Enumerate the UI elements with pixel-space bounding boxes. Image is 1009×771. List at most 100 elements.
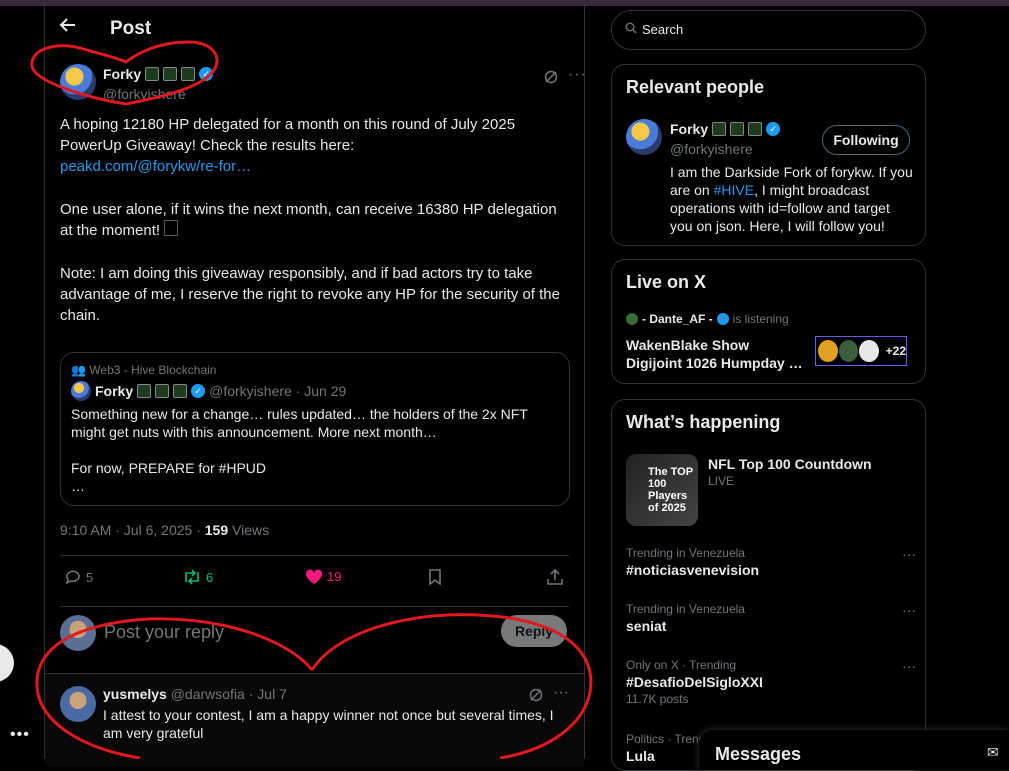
listener-avatar	[818, 340, 838, 362]
avatar[interactable]	[626, 119, 662, 155]
trend-image-text: The TOP 100 Players of 2025	[648, 466, 693, 514]
bookmark-action[interactable]	[427, 568, 443, 586]
more-icon[interactable]: ···	[553, 684, 569, 702]
emoji-icon	[163, 67, 178, 81]
trend-title[interactable]: NFL Top 100 Countdown	[708, 456, 872, 472]
relevant-people-card: Relevant people Forky ✓ @forkyishere Fol…	[611, 64, 926, 246]
divider	[60, 606, 569, 607]
reply-input[interactable]: Post your reply	[104, 622, 224, 643]
post-column: Post Forky ✓ @forkyishere ··· A hoping 1…	[44, 6, 586, 766]
reply-button[interactable]: Reply	[501, 615, 567, 647]
quote-author-meta: @forkyishere · Jun 29	[209, 383, 347, 399]
verified-badge-icon: ✓	[716, 313, 729, 325]
community-label: 👥 Web3 - Hive Blockchain	[71, 363, 216, 377]
quoted-post[interactable]: 👥 Web3 - Hive Blockchain Forky ✓ @forkyi…	[60, 352, 570, 506]
bio-hashtag[interactable]: #HIVE	[714, 182, 754, 198]
emoji-icon	[137, 384, 152, 398]
more-options-icon[interactable]: •••	[10, 726, 30, 744]
post-text: A hoping 12180 HP delegated for a month …	[60, 114, 565, 348]
person-name-text: Forky	[670, 121, 709, 137]
comment[interactable]: yusmelys @darwsofia · Jul 7 ··· I attest…	[45, 673, 584, 766]
quote-line: …	[71, 478, 85, 494]
live-card[interactable]: Live on X - Dante_AF - ✓ is listening Wa…	[611, 259, 926, 384]
new-message-icon[interactable]: ✉	[987, 744, 999, 761]
emoji-icon	[712, 122, 727, 136]
reply-action[interactable]: 5	[64, 568, 93, 586]
comment-text: I attest to your contest, I am a happy w…	[103, 707, 554, 741]
views-label: Views	[232, 522, 270, 538]
quote-spacer	[71, 441, 561, 459]
more-icon[interactable]: ···	[568, 66, 587, 84]
trend-category: Trending in Venezuela	[626, 602, 745, 616]
card-title: Relevant people	[626, 77, 765, 97]
views-count: 159	[204, 522, 229, 538]
post-header: Post	[45, 6, 584, 52]
like-count: 19	[327, 569, 342, 584]
post-link[interactable]: peakd.com/@forykw/re-for…	[60, 158, 251, 175]
author-name[interactable]: Forky ✓	[103, 66, 214, 82]
broken-image-icon	[164, 220, 179, 236]
share-icon	[547, 568, 563, 585]
share-action[interactable]	[546, 568, 564, 586]
live-host: - Dante_AF - ✓ is listening	[626, 312, 789, 326]
listener-count: +22	[885, 344, 906, 358]
trend-image[interactable]: The TOP 100 Players of 2025	[626, 454, 698, 526]
repost-icon	[185, 569, 199, 585]
timestamp-text[interactable]: 9:10 AM · Jul 6, 2025 ·	[60, 522, 201, 538]
live-show-title: WakenBlake Show Digijoint 1026 Humpday …	[626, 337, 803, 371]
post-paragraph: A hoping 12180 HP delegated for a month …	[60, 114, 565, 177]
trend-item[interactable]: Trending in Venezuela #noticiasvenevisio…	[626, 546, 916, 578]
search-placeholder: Search	[642, 22, 684, 37]
avatar	[60, 615, 96, 651]
post-paragraph-text: One user alone, if it wins the next mont…	[60, 201, 557, 239]
following-button[interactable]: Following	[822, 125, 910, 155]
card-title: Live on X	[626, 272, 707, 292]
listener-avatar	[838, 340, 859, 362]
avatar[interactable]	[60, 686, 96, 722]
search-icon	[625, 22, 637, 37]
heart-filled-icon	[305, 569, 323, 584]
verified-badge-icon: ✓	[191, 384, 206, 398]
trend-name: seniat	[626, 618, 667, 634]
back-arrow-icon[interactable]	[59, 16, 81, 38]
repost-count: 6	[206, 569, 214, 585]
messages-drawer[interactable]: Messages ✉	[699, 730, 1009, 770]
grok-icon[interactable]	[529, 688, 543, 707]
search-input[interactable]: Search	[611, 10, 926, 50]
emoji-icon	[748, 122, 763, 136]
listener-avatar	[859, 340, 879, 362]
divider	[60, 555, 569, 556]
post-paragraph: Note: I am doing this giveaway responsib…	[60, 265, 560, 324]
more-icon[interactable]: ···	[902, 658, 916, 674]
trend-item[interactable]: Trending in Venezuela seniat ···	[626, 602, 916, 634]
trend-live-label: LIVE	[708, 474, 735, 488]
verified-badge-icon: ✓	[766, 122, 781, 136]
comment-author-name[interactable]: yusmelys	[103, 686, 167, 702]
trend-item[interactable]: Only on X · Trending #DesafioDelSigloXXI…	[626, 658, 916, 706]
post-timestamp: 9:10 AM · Jul 6, 2025 · 159 Views	[60, 522, 269, 538]
live-status: is listening	[732, 312, 789, 326]
person-bio: I am the Darkside Fork of forykw. If you…	[670, 163, 915, 235]
more-icon[interactable]: ···	[902, 602, 916, 618]
trend-count: 11.7K posts	[626, 692, 689, 706]
community-name: Web3 - Hive Blockchain	[89, 363, 217, 377]
comment-author-meta: @darwsofia · Jul 7	[170, 686, 287, 702]
post-author: Forky ✓ @forkyishere ···	[60, 64, 586, 104]
reply-count: 5	[86, 569, 94, 585]
repost-action[interactable]: 6	[182, 568, 213, 586]
more-icon[interactable]: ···	[902, 546, 916, 562]
avatar[interactable]	[60, 64, 96, 100]
emoji-icon	[730, 122, 745, 136]
messages-title: Messages	[715, 744, 802, 764]
emoji-icon	[155, 384, 170, 398]
left-nav-edge	[0, 6, 44, 759]
live-host-name: - Dante_AF -	[642, 312, 713, 326]
grok-icon[interactable]	[544, 70, 558, 87]
trend-name: #noticiasvenevision	[626, 562, 760, 578]
trend-category: Trending in Venezuela	[626, 546, 745, 560]
person-handle[interactable]: @forkyishere	[670, 141, 753, 157]
like-action[interactable]: 19	[305, 568, 341, 585]
person-name[interactable]: Forky ✓	[670, 121, 781, 137]
author-handle[interactable]: @forkyishere	[103, 86, 186, 102]
bookmark-icon	[429, 569, 441, 586]
